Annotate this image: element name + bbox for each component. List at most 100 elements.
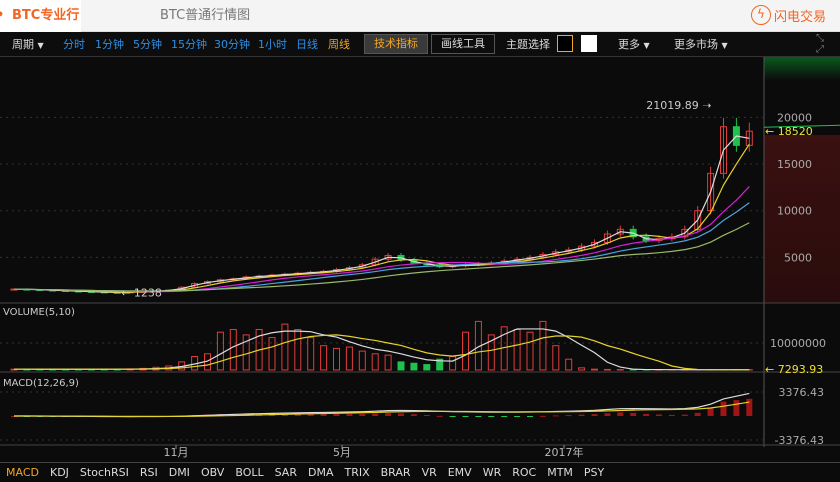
indicator-wr[interactable]: WR [483,466,502,479]
more-markets-dropdown[interactable]: 更多市场 ▼ [674,32,728,57]
macd-hist-bar [578,414,585,416]
macd-hist-bar [630,412,637,416]
indicator-kdj[interactable]: KDJ [50,466,69,479]
macd-hist-bar [475,416,482,417]
volume-bar [526,331,534,371]
volume-bar [565,358,573,371]
tab-btc-basic-chart[interactable]: BTC普通行情图 [160,0,250,32]
macd-hist-bar [398,413,404,416]
x-tick-label: 2017年 [545,445,584,459]
macd-hist-bar [617,412,624,416]
tab-btc-pro-chart[interactable]: BTC专业行情图 [0,0,81,55]
volume-bar [358,350,366,371]
period-daily[interactable]: 日线 [296,32,318,57]
volume-bar [333,347,340,371]
macd-hist-bar [449,416,456,417]
indicator-vr[interactable]: VR [422,466,437,479]
macd-hist-bar [552,415,559,417]
macd-hist-bar [746,398,753,416]
volume-bar [216,331,224,371]
macd-hist-bar [565,415,572,417]
indicator-emv[interactable]: EMV [448,466,472,479]
macd-hist-bar [720,401,727,416]
flash-trade-button[interactable]: ϟ 闪电交易 [750,5,826,25]
indicator-rsi[interactable]: RSI [140,466,158,479]
volume-title: VOLUME(5,10) [3,307,75,318]
drawing-tools-button[interactable]: 画线工具 [431,34,495,54]
indicator-boll[interactable]: BOLL [235,466,263,479]
macd-hist-bar [604,413,611,416]
macd-hist-bar [694,412,701,416]
macd-tick-label: 3376.43 [779,386,825,399]
tab-bar: BTC专业行情图 BTC普通行情图 ϟ闪电交易 [0,0,840,55]
volume-bar [229,329,237,371]
macd-hist-bar [385,413,392,416]
ma-line [13,143,750,293]
macd-hist-bar [488,416,495,417]
ma-line [13,186,750,293]
min-price-label: ← 1238 [121,286,162,299]
macd-hist-bar [591,414,598,416]
ma-line [13,202,750,292]
macd-hist-bar [372,413,379,416]
indicator-trix[interactable]: TRIX [344,466,369,479]
macd-hist-bar [643,413,650,416]
period-fenshi[interactable]: 分时 [63,32,85,57]
indicator-mtm[interactable]: MTM [547,466,573,479]
fullscreen-icon[interactable]: ⤡ ⤢ [816,33,824,58]
macd-hist-bar [681,414,688,416]
period-weekly[interactable]: 周线 [328,32,350,57]
macd-hist-bar [333,414,340,416]
macd-hist-bar [707,408,714,416]
x-tick-label: 5月 [333,446,351,459]
macd-hist-bar [436,415,443,417]
tech-indicator-button[interactable]: 技术指标 [364,34,428,54]
macd-title: MACD(12,26,9) [3,378,79,389]
volume-bar [423,364,431,371]
macd-hist-bar [501,416,508,417]
indicator-obv[interactable]: OBV [201,466,224,479]
price-tick-label: 10000 [777,205,812,218]
macd-hist-bar [423,415,430,417]
macd-hist-bar [527,416,533,417]
more-dropdown[interactable]: 更多 ▼ [618,32,650,57]
more-label: 更多 [618,38,640,51]
indicator-roc[interactable]: ROC [512,466,536,479]
period-1hour[interactable]: 1小时 [258,32,287,57]
x-tick-label: 11月 [164,446,189,459]
period-5min[interactable]: 5分钟 [133,32,162,57]
indicator-dma[interactable]: DMA [308,466,334,479]
macd-hist-bar [733,400,740,416]
theme-light-swatch[interactable] [581,35,597,52]
caret-down-icon: ▼ [721,41,728,50]
theme-label: 主题选择 [506,38,550,51]
volume-bar [591,368,598,371]
macd-tick-label: -3376.43 [775,434,824,447]
indicator-stochrsi[interactable]: StochRSI [80,466,129,479]
more-markets-label: 更多市场 [674,38,718,51]
indicator-psy[interactable]: PSY [584,466,604,479]
period-15min[interactable]: 15分钟 [171,32,207,57]
volume-bar [294,329,302,371]
volume-bar [603,368,611,371]
period-30min[interactable]: 30分钟 [214,32,250,57]
macd-hist-bar [359,413,366,416]
indicator-brar[interactable]: BRAR [381,466,411,479]
indicator-dmi[interactable]: DMI [169,466,190,479]
volume-bar [449,356,457,371]
period-1min[interactable]: 1分钟 [95,32,124,57]
theme-dark-swatch[interactable] [557,35,573,52]
volume-bar [513,329,521,371]
macd-hist-bar [514,416,521,417]
macd-hist-bar [462,416,469,417]
price-chart[interactable]: 20000 15000 10000 5000 21019.89 ➝ ← 1238 ← 185… [0,57,840,462]
period-dropdown[interactable]: 周期 ▼ [12,32,44,57]
indicator-sar[interactable]: SAR [275,466,297,479]
price-tick-label: 15000 [777,158,812,171]
caret-down-icon: ▼ [37,41,44,50]
indicator-macd[interactable]: MACD [6,466,39,479]
volume-tick-label: 10000000 [770,337,826,350]
volume-bar [462,331,469,371]
flash-trade-label: 闪电交易 [773,9,826,25]
macd-hist-bar [668,414,675,416]
